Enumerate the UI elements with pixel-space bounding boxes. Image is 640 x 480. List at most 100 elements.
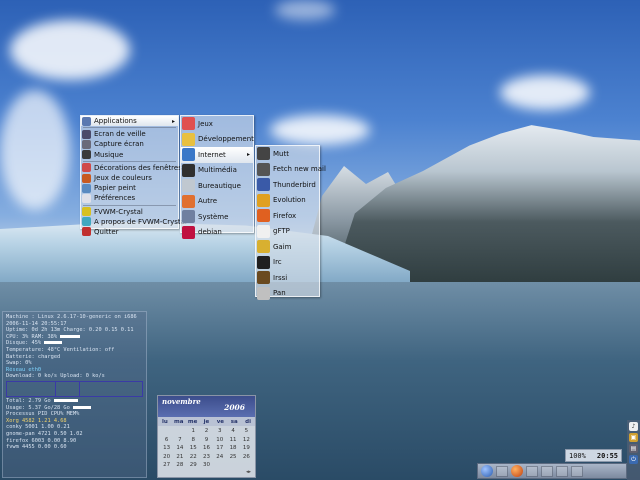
desktop-button-icon[interactable] [481, 465, 493, 477]
calendar-day[interactable]: 4 [226, 428, 239, 436]
menu-item-firefox[interactable]: Firefox [256, 208, 319, 224]
menu-item-pan[interactable]: Pan [256, 286, 319, 302]
disk-bar [44, 341, 63, 345]
power-icon[interactable]: ⏻ [629, 455, 638, 464]
menu-item-musique[interactable]: Musique [81, 150, 178, 160]
other-icon [182, 194, 195, 208]
total-text: Total: 2.79 Go [6, 397, 51, 404]
menu-item-gftp[interactable]: gFTP [256, 224, 319, 240]
menu-item-applications[interactable]: Applications ▸ [81, 116, 178, 127]
calendar-day[interactable]: 3 [213, 428, 226, 436]
menu-item-multim-dia[interactable]: Multimédia [181, 163, 253, 179]
menu-item-a-propos-de-fvwm-crystal[interactable]: A propos de FVWM-Crystal [81, 217, 187, 227]
menu-item-irc[interactable]: Irc [256, 255, 319, 271]
calendar-day[interactable]: 8 [187, 437, 200, 445]
tray-clock[interactable]: 100% 20:55 [565, 449, 622, 462]
weekday-label: me [187, 418, 198, 425]
cloud [10, 20, 130, 80]
calendar-day[interactable]: 7 [173, 437, 186, 445]
menu-item-fvwm-crystal[interactable]: FVWM-Crystal [81, 207, 178, 217]
calendar-day[interactable]: 29 [187, 462, 200, 470]
calendar-day[interactable]: 12 [240, 437, 253, 445]
menu-item-label: Jeux de couleurs [94, 174, 152, 183]
taskbar-slot[interactable] [571, 465, 583, 477]
calendar-day[interactable]: 9 [200, 437, 213, 445]
irssi-icon [257, 271, 270, 285]
calendar-day[interactable]: 15 [187, 445, 200, 453]
taskbar-slot[interactable] [541, 465, 553, 477]
menu-item-d-veloppement[interactable]: Développement [181, 132, 254, 148]
menu-item-irssi[interactable]: Irssi [256, 270, 319, 286]
calendar-day[interactable]: 22 [187, 454, 200, 462]
settings-icon[interactable]: ▤ [629, 444, 638, 453]
calendar-day[interactable]: 16 [200, 445, 213, 453]
menu-item-label: Bureautique [198, 181, 241, 190]
menu-item-mutt[interactable]: Mutt [256, 146, 319, 162]
taskbar-slot[interactable] [556, 465, 568, 477]
calendar-day[interactable]: 5 [240, 428, 253, 436]
menu-item-label: Multimédia [198, 166, 237, 175]
menu-item-label: Fetch new mail [273, 165, 326, 174]
calendar-day[interactable]: 24 [213, 454, 226, 462]
menu-item-quitter[interactable]: Quitter [81, 227, 178, 237]
menu-item-thunderbird[interactable]: Thunderbird [256, 177, 319, 193]
menu-item-papier-peint[interactable]: Papier peint [81, 183, 178, 193]
menu-item-fetch-new-mail[interactable]: Fetch new mail [256, 162, 326, 178]
menu-separator [83, 204, 176, 206]
process-row: Xorg 4582 1.21 4.68 [6, 417, 67, 424]
cloud [270, 115, 370, 145]
thunderbird-icon [257, 178, 270, 192]
fetch-mail-icon [257, 162, 270, 176]
calendar-day[interactable]: 30 [200, 462, 213, 470]
calendar-day[interactable]: 6 [160, 437, 173, 445]
side-dock: ♪ ▣ ▤ ⏻ [627, 420, 640, 480]
menu-item-capture-cran[interactable]: Capture écran [81, 139, 178, 149]
menu-item-bureautique[interactable]: Bureautique [181, 178, 253, 194]
crystal-icon [82, 207, 91, 217]
menu-item-d-corations-des-fen-tres[interactable]: Décorations des fenêtres [81, 163, 182, 173]
main-menu: Applications ▸ Ecran de veille Capture écra… [80, 115, 187, 237]
lock-icon[interactable]: ▣ [629, 433, 638, 442]
calendar-day[interactable]: 13 [160, 445, 173, 453]
apps-icon [82, 116, 91, 126]
menu-item-evolution[interactable]: Evolution [256, 193, 319, 209]
menu-item-autre[interactable]: Autre [181, 194, 253, 210]
menu-item-ecran-de-veille[interactable]: Ecran de veille [81, 129, 178, 139]
calendar-day[interactable]: 1 [187, 428, 200, 436]
menu-item-jeux[interactable]: Jeux [181, 116, 253, 132]
irc-icon [257, 255, 270, 269]
calendar-day[interactable]: 20 [160, 454, 173, 462]
menu-item-debian[interactable]: debian [181, 225, 253, 241]
taskbar-slot[interactable] [496, 465, 508, 477]
window-decor-icon [82, 163, 91, 173]
total-bar [53, 398, 78, 402]
calendar-day[interactable]: 25 [226, 454, 239, 462]
monitor-line: Réseau eth0 [6, 366, 42, 373]
calendar-day[interactable]: 10 [213, 437, 226, 445]
calendar-day[interactable]: 14 [173, 445, 186, 453]
menu-item-internet[interactable]: Internet ▸ [181, 147, 253, 163]
calendar-day[interactable]: 26 [240, 454, 253, 462]
menu-item-gaim[interactable]: Gaim [256, 239, 319, 255]
calendar-day[interactable]: 11 [226, 437, 239, 445]
cloud [275, 0, 335, 20]
calendar-day[interactable]: 17 [213, 445, 226, 453]
calendar-day[interactable]: 27 [160, 462, 173, 470]
calendar-day[interactable]: 28 [173, 462, 186, 470]
monitor-line: Total: 2.79 Go [6, 398, 143, 405]
calendar-day[interactable]: 21 [173, 454, 186, 462]
calendar-day[interactable]: 19 [240, 445, 253, 453]
menu-item-pr-f-rences[interactable]: Préférences [81, 193, 178, 203]
firefox-icon[interactable] [511, 465, 523, 477]
taskbar-slot[interactable] [526, 465, 538, 477]
gftp-icon [257, 224, 270, 238]
monitor-line: Download: 0 ko/s Upload: 0 ko/s [6, 373, 105, 380]
calendar-nav-icon[interactable]: ◂▸ [246, 469, 251, 475]
menu-item-jeux-de-couleurs[interactable]: Jeux de couleurs [81, 173, 178, 183]
calendar-day[interactable]: 18 [226, 445, 239, 453]
calendar-day[interactable]: 2 [200, 428, 213, 436]
menu-item-syst-me[interactable]: Système [181, 209, 253, 225]
graph-divider [79, 381, 80, 396]
calendar-day[interactable]: 23 [200, 454, 213, 462]
music-note-icon[interactable]: ♪ [629, 422, 638, 431]
